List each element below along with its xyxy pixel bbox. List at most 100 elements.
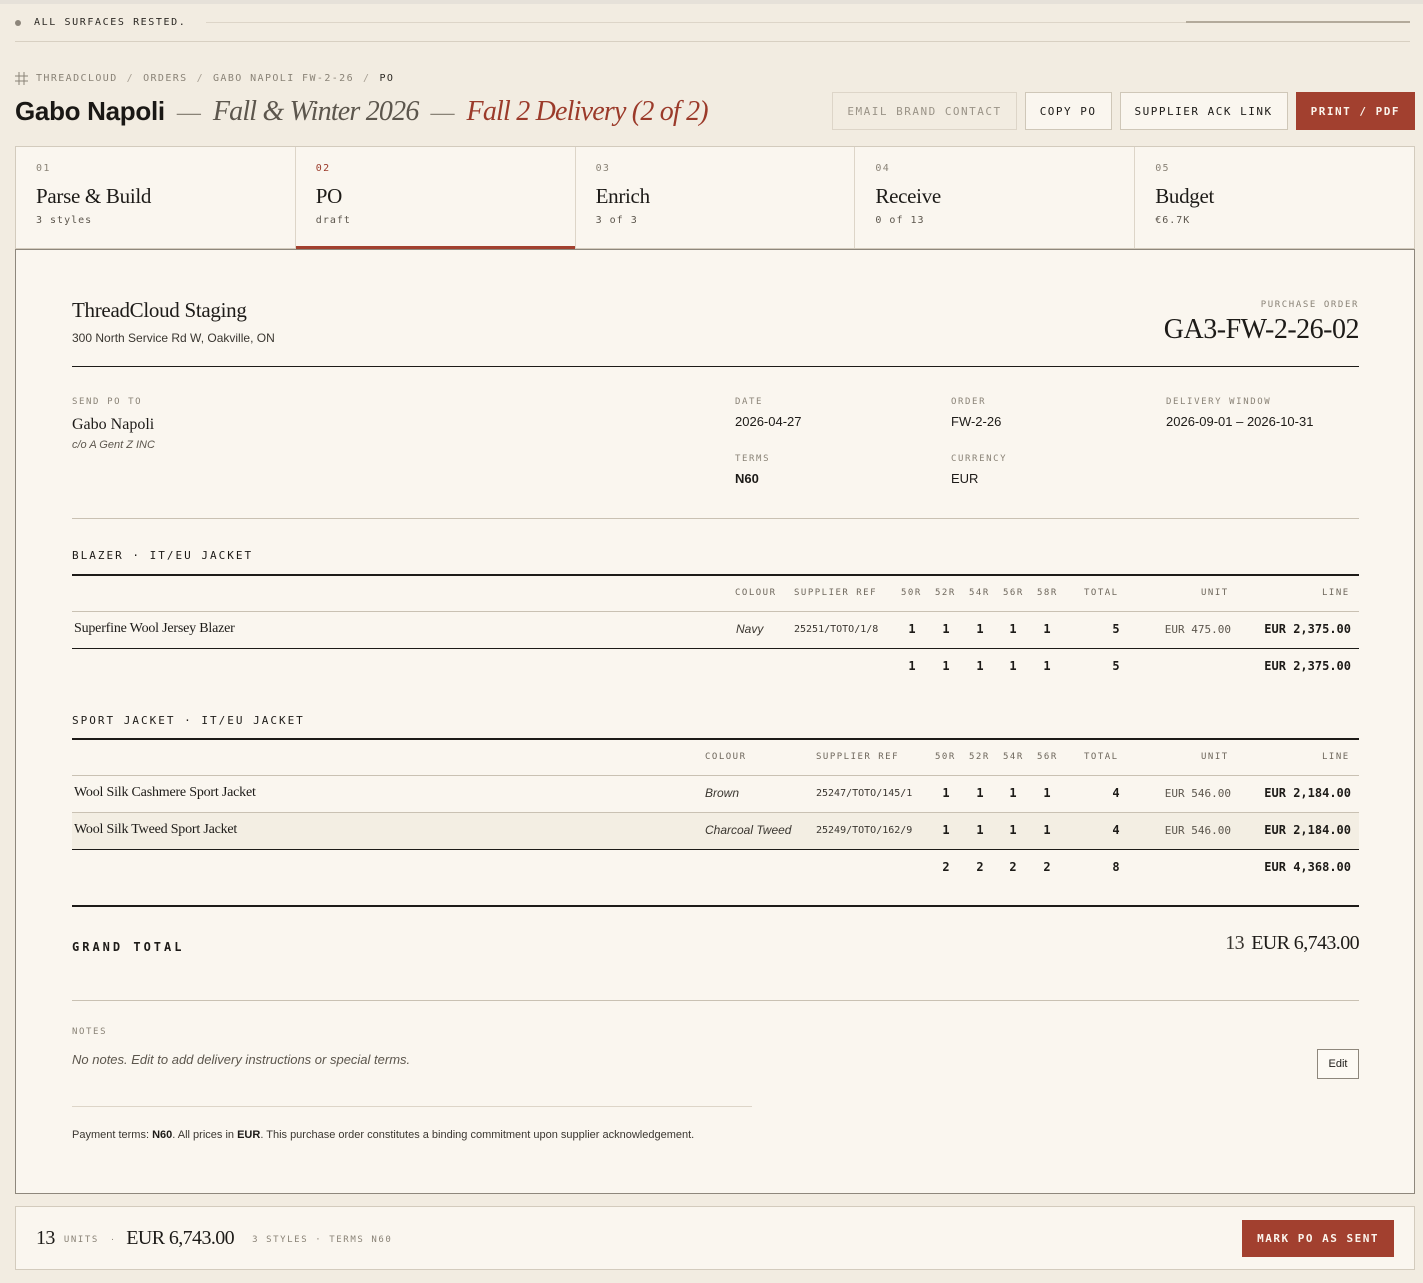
purchase-order-document: ThreadCloud Staging 300 North Service Rd… xyxy=(15,249,1415,1194)
supplier-ref: 25247/TOTO/145/1 xyxy=(816,788,913,799)
row-total: 4 xyxy=(1112,786,1120,800)
col-header-line: LINE xyxy=(1322,752,1350,762)
notes-label: NOTES xyxy=(72,1027,108,1037)
step-parse-build[interactable]: 01 Parse & Build 3 styles xyxy=(16,147,296,248)
row-total: 5 xyxy=(1112,622,1120,636)
size-qty: 1 xyxy=(1043,622,1051,636)
footer-amount: EUR 6,743.00 xyxy=(126,1226,235,1249)
step-number: 02 xyxy=(315,163,331,174)
col-header-size: 56R xyxy=(1003,588,1024,598)
delivery-window-value: 2026-09-01 – 2026-10-31 xyxy=(1166,414,1314,429)
workflow-steps: 01 Parse & Build 3 styles 02 PO draft 03… xyxy=(15,146,1415,249)
section-rule xyxy=(72,574,1359,576)
supplier-ref: 25249/TOTO/162/9 xyxy=(816,825,913,836)
footer-separator: · xyxy=(110,1234,115,1245)
status-bar: ALL SURFACES RESTED. xyxy=(15,4,1410,42)
step-po[interactable]: 02 PO draft xyxy=(295,147,576,249)
style-name: Wool Silk Cashmere Sport Jacket xyxy=(74,785,256,800)
col-header-colour: COLOUR xyxy=(735,588,777,598)
terms-label: TERMS xyxy=(735,454,771,464)
size-qty: 1 xyxy=(1043,823,1051,837)
currency-label: CURRENCY xyxy=(951,454,1008,464)
supplier-ack-link-button[interactable]: SUPPLIER ACK LINK xyxy=(1119,92,1288,130)
step-subtitle: 3 styles xyxy=(36,215,93,226)
footer-summary-bar: 13 UNITS · EUR 6,743.00 3 STYLES · TERMS… xyxy=(15,1206,1415,1270)
divider xyxy=(72,1000,1359,1001)
size-qty: 1 xyxy=(1043,786,1051,800)
breadcrumb-order[interactable]: GABO NAPOLI FW-2-26 xyxy=(213,73,354,84)
step-name: Receive xyxy=(875,184,941,208)
unit-price: EUR 475.00 xyxy=(1164,623,1231,636)
divider xyxy=(72,849,1359,850)
company-name: ThreadCloud Staging xyxy=(72,298,247,322)
date-value: 2026-04-27 xyxy=(735,414,802,429)
step-number: 03 xyxy=(595,163,611,174)
step-name: Parse & Build xyxy=(36,184,152,208)
step-number: 01 xyxy=(36,163,51,174)
copy-po-button[interactable]: COPY PO xyxy=(1024,92,1112,130)
header-actions: EMAIL BRAND CONTACT COPY PO SUPPLIER ACK… xyxy=(832,92,1415,130)
section-rule xyxy=(72,738,1359,740)
supplier-care-of: c/o A Gent Z INC xyxy=(72,439,155,451)
delivery-window-field: DELIVERY WINDOW 2026-09-01 – 2026-10-31 xyxy=(1166,397,1313,429)
line-amount: EUR 2,375.00 xyxy=(1264,622,1351,636)
section-total-amount: EUR 4,368.00 xyxy=(1264,860,1351,874)
size-total: 1 xyxy=(1043,659,1051,673)
size-total: 2 xyxy=(1009,860,1017,874)
size-qty: 1 xyxy=(942,622,950,636)
status-progress-line xyxy=(206,21,1410,23)
delivery-window-label: DELIVERY WINDOW xyxy=(1166,397,1272,407)
size-total: 1 xyxy=(908,659,916,673)
step-budget[interactable]: 05 Budget €6.7K xyxy=(1135,147,1414,248)
size-qty: 1 xyxy=(1009,823,1017,837)
divider xyxy=(72,1106,752,1107)
col-header-size: 58R xyxy=(1037,588,1058,598)
payment-terms-note: Payment terms: N60. All prices in EUR. T… xyxy=(72,1129,695,1141)
size-qty: 1 xyxy=(942,786,950,800)
breadcrumb-separator: / xyxy=(196,73,205,84)
edit-notes-button[interactable]: Edit xyxy=(1317,1049,1359,1079)
section-title-blazer: BLAZER · IT/EU JACKET xyxy=(72,549,254,562)
col-header-size: 54R xyxy=(969,588,990,598)
divider xyxy=(72,518,1359,519)
po-number: GA3-FW-2-26-02 xyxy=(1163,314,1360,345)
step-receive[interactable]: 04 Receive 0 of 13 xyxy=(855,147,1136,248)
style-colour: Charcoal Tweed xyxy=(705,823,792,837)
section-total-units: 5 xyxy=(1112,659,1120,673)
company-block: ThreadCloud Staging 300 North Service Rd… xyxy=(72,298,275,345)
order-label: ORDER xyxy=(951,397,987,407)
order-value: FW-2-26 xyxy=(951,414,1002,429)
breadcrumb-orders[interactable]: ORDERS xyxy=(143,73,188,84)
step-enrich[interactable]: 03 Enrich 3 of 3 xyxy=(576,147,856,248)
col-header-size: 50R xyxy=(935,752,956,762)
print-pdf-button[interactable]: PRINT / PDF xyxy=(1295,92,1415,130)
col-header-supplier-ref: SUPPLIER REF xyxy=(794,588,878,598)
col-header-line: LINE xyxy=(1322,588,1350,598)
size-total: 2 xyxy=(976,860,984,874)
step-subtitle: €6.7K xyxy=(1155,215,1191,226)
mark-po-as-sent-button[interactable]: MARK PO AS SENT xyxy=(1242,1220,1394,1257)
divider xyxy=(72,611,1359,612)
brand-title: Gabo Napoli xyxy=(15,96,165,126)
line-amount: EUR 2,184.00 xyxy=(1264,823,1351,837)
col-header-colour: COLOUR xyxy=(705,752,747,762)
size-qty: 1 xyxy=(1009,622,1017,636)
step-subtitle: draft xyxy=(315,215,351,226)
size-total: 2 xyxy=(1043,860,1051,874)
size-qty: 1 xyxy=(942,823,950,837)
footer-meta: 3 STYLES · TERMS N60 xyxy=(252,1235,393,1245)
breadcrumb-threadcloud[interactable]: THREADCLOUD xyxy=(36,73,118,84)
grand-total-label: GRAND TOTAL xyxy=(72,940,185,954)
col-header-size: 52R xyxy=(969,752,990,762)
send-po-to-label: SEND PO TO xyxy=(72,397,143,407)
send-po-to: SEND PO TO Gabo Napoli c/o A Gent Z INC xyxy=(72,397,155,451)
divider xyxy=(72,366,1359,367)
size-qty: 1 xyxy=(1009,786,1017,800)
delivery-title: Fall 2 Delivery (2 of 2) xyxy=(466,96,709,127)
row-total: 4 xyxy=(1112,823,1120,837)
section-total-amount: EUR 2,375.00 xyxy=(1264,659,1351,673)
email-brand-contact-button[interactable]: EMAIL BRAND CONTACT xyxy=(832,92,1017,130)
size-total: 1 xyxy=(942,659,950,673)
style-colour: Navy xyxy=(736,622,764,636)
size-qty: 1 xyxy=(976,622,984,636)
